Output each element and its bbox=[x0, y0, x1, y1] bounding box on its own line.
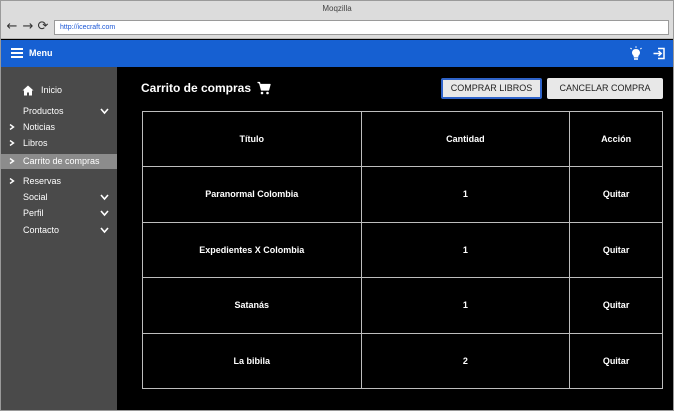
sidebar-item-label: Perfil bbox=[23, 208, 44, 218]
sidebar-item-label: Social bbox=[23, 192, 48, 202]
quitar-button[interactable]: Quitar bbox=[569, 221, 663, 278]
sidebar-item-carrito-de-compras[interactable]: Carrito de compras bbox=[1, 154, 117, 169]
sidebar-item-label: Contacto bbox=[23, 225, 60, 235]
page-title: Carrito de compras bbox=[141, 81, 252, 95]
sidebar-item-inicio[interactable]: Inicio bbox=[1, 83, 117, 98]
sidebar-item-label: Productos bbox=[23, 106, 64, 116]
sidebar-item-perfil[interactable]: Perfil bbox=[1, 206, 117, 221]
chevron-down-icon bbox=[100, 108, 109, 115]
chevron-down-icon bbox=[100, 210, 109, 217]
quitar-button[interactable]: Quitar bbox=[569, 277, 663, 334]
cell-titulo: La bibila bbox=[142, 332, 362, 389]
sidebar-item-label: Noticias bbox=[23, 122, 56, 132]
sidebar-item-noticias[interactable]: Noticias bbox=[1, 120, 117, 135]
cell-cantidad: 1 bbox=[360, 166, 571, 223]
quitar-button[interactable]: Quitar bbox=[569, 166, 663, 223]
column-header-cantidad: Cantidad bbox=[360, 111, 571, 167]
chevron-right-icon bbox=[9, 140, 15, 146]
browser-toolbar: ← → ⟳ http://icecraft.com bbox=[1, 17, 673, 39]
table-row: Paranormal Colombia 1 Quitar bbox=[142, 166, 663, 223]
logout-icon[interactable] bbox=[652, 46, 666, 61]
column-header-titulo: Título bbox=[142, 111, 362, 167]
cell-titulo: Expedientes X Colombia bbox=[142, 221, 362, 278]
cell-cantidad: 2 bbox=[360, 332, 571, 389]
cart-table: Título Cantidad Acción Paranormal Colomb… bbox=[142, 111, 663, 389]
table-row: Satanás 1 Quitar bbox=[142, 277, 663, 334]
home-icon bbox=[22, 85, 34, 96]
shopping-cart-icon bbox=[257, 81, 271, 95]
column-header-accion: Acción bbox=[569, 111, 663, 167]
app-header: Menu bbox=[1, 40, 673, 67]
window-title: Moqzilla bbox=[1, 1, 673, 17]
url-bar[interactable]: http://icecraft.com bbox=[54, 20, 669, 35]
chevron-right-icon bbox=[9, 178, 15, 184]
cell-cantidad: 1 bbox=[360, 221, 571, 278]
chevron-down-icon bbox=[100, 194, 109, 201]
cancelar-compra-button[interactable]: CANCELAR COMPRA bbox=[547, 78, 663, 99]
cell-titulo: Paranormal Colombia bbox=[142, 166, 362, 223]
sidebar-item-reservas[interactable]: Reservas bbox=[1, 174, 117, 189]
lightbulb-icon[interactable] bbox=[629, 46, 643, 61]
sidebar-item-productos[interactable]: Productos bbox=[1, 104, 117, 119]
hamburger-menu-icon[interactable] bbox=[11, 48, 23, 58]
table-row: Expedientes X Colombia 1 Quitar bbox=[142, 221, 663, 278]
sidebar-item-contacto[interactable]: Contacto bbox=[1, 223, 117, 238]
sidebar: Inicio Productos Noticias Libros Carrito… bbox=[1, 67, 117, 410]
sidebar-item-label: Libros bbox=[23, 138, 48, 148]
cell-titulo: Satanás bbox=[142, 277, 362, 334]
cell-cantidad: 1 bbox=[360, 277, 571, 334]
browser-window: Moqzilla ← → ⟳ http://icecraft.com Menu … bbox=[0, 0, 674, 411]
chevron-right-icon bbox=[9, 158, 15, 164]
sidebar-item-label: Carrito de compras bbox=[23, 156, 100, 166]
chevron-down-icon bbox=[100, 227, 109, 234]
sidebar-item-social[interactable]: Social bbox=[1, 190, 117, 205]
sidebar-item-label: Inicio bbox=[41, 85, 63, 95]
table-header-row: Título Cantidad Acción bbox=[142, 111, 663, 167]
table-row: La bibila 2 Quitar bbox=[142, 332, 663, 389]
back-arrow-icon[interactable]: ← bbox=[5, 20, 19, 34]
chevron-right-icon bbox=[9, 124, 15, 130]
comprar-libros-button[interactable]: COMPRAR LIBROS bbox=[441, 78, 542, 99]
reload-icon[interactable]: ⟳ bbox=[36, 20, 50, 34]
menu-label[interactable]: Menu bbox=[29, 40, 53, 67]
sidebar-item-libros[interactable]: Libros bbox=[1, 136, 117, 151]
quitar-button[interactable]: Quitar bbox=[569, 332, 663, 389]
forward-arrow-icon[interactable]: → bbox=[21, 20, 35, 34]
sidebar-item-label: Reservas bbox=[23, 176, 62, 186]
main-content: Carrito de compras COMPRAR LIBROS CANCEL… bbox=[117, 67, 673, 410]
